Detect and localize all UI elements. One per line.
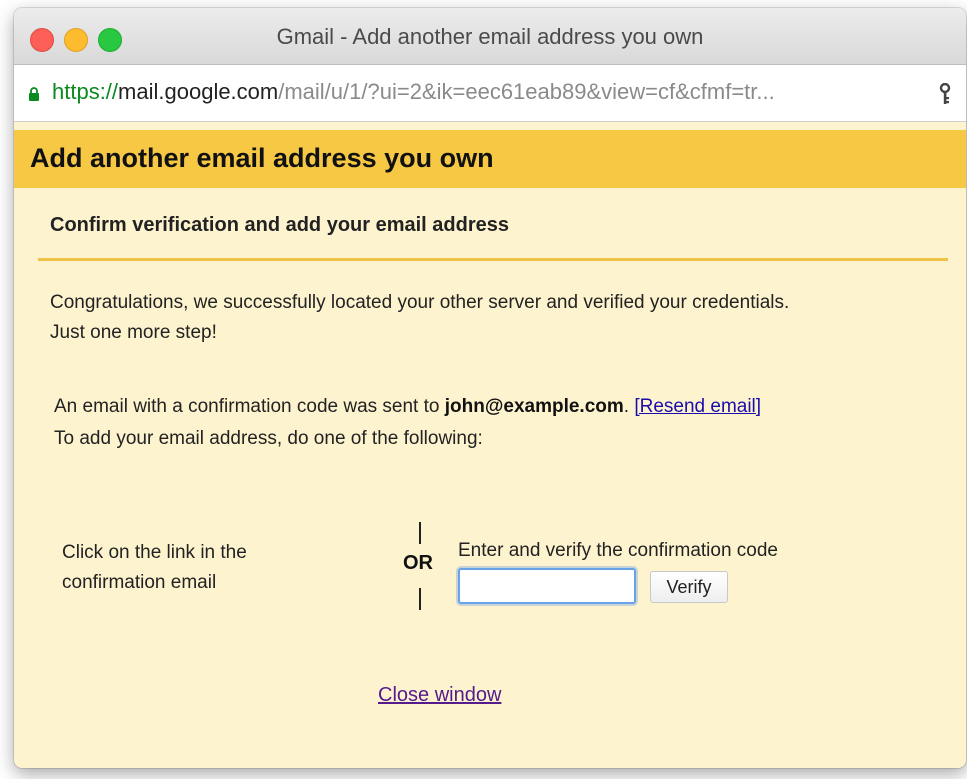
section-divider — [38, 258, 948, 261]
url-host: mail.google.com — [118, 79, 279, 104]
resend-email-link[interactable]: [Resend email] — [634, 396, 761, 417]
window-title: Gmail - Add another email address you ow… — [276, 24, 704, 49]
confirmation-code-label: Enter and verify the confirmation code — [458, 540, 779, 561]
or-separator-top — [419, 522, 421, 544]
instructions: To add your email address, do one of the… — [54, 428, 483, 449]
dialog-header: Add another email address you own — [14, 130, 966, 188]
dialog-content: Confirm verification and add your email … — [14, 188, 966, 768]
sent-suffix: . — [623, 396, 635, 417]
lock-icon — [29, 87, 39, 101]
browser-window: Gmail - Add another email address you ow… — [14, 8, 966, 768]
sent-prefix: An email with a confirmation code was se… — [54, 396, 445, 417]
verify-button[interactable]: Verify — [650, 571, 728, 603]
or-label: OR — [403, 552, 433, 574]
url-text[interactable]: https://mail.google.com/mail/u/1/?ui=2&i… — [52, 79, 922, 105]
title-bar: Gmail - Add another email address you ow… — [14, 8, 966, 65]
dialog-title: Add another email address you own — [30, 143, 494, 173]
address-bar[interactable]: https://mail.google.com/mail/u/1/?ui=2&i… — [14, 65, 966, 122]
confirmation-sent-message: An email with a confirmation code was se… — [54, 396, 761, 418]
section-title: Confirm verification and add your email … — [50, 214, 510, 236]
confirmation-code-input[interactable] — [458, 568, 636, 604]
congrats-line-1: Congratulations, we successfully located… — [50, 292, 790, 313]
url-path: /mail/u/1/?ui=2&ik=eec61eab89&view=cf&cf… — [278, 79, 775, 104]
key-icon[interactable] — [938, 83, 952, 105]
email-address: john@example.com — [444, 396, 624, 417]
congratulations-message: Congratulations, we successfully located… — [50, 288, 940, 348]
option-click-link: Click on the link in the confirmation em… — [62, 542, 247, 593]
close-window-link[interactable]: Close window — [378, 684, 501, 707]
or-separator-bottom — [419, 588, 421, 610]
url-scheme: https:// — [52, 79, 119, 104]
congrats-line-2: Just one more step! — [50, 322, 217, 343]
